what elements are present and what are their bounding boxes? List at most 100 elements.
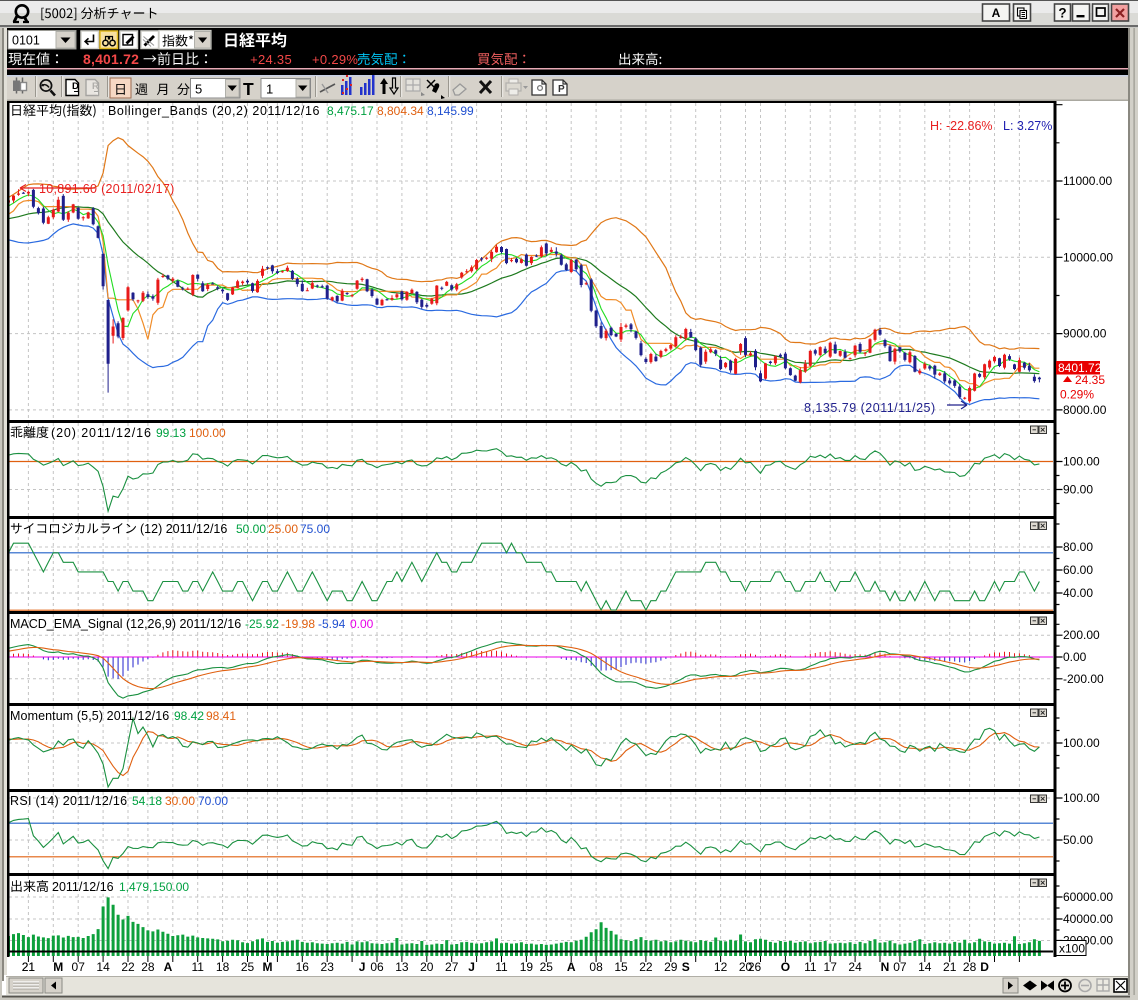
svg-text:54.18: 54.18 [132,794,162,808]
svg-text:60.00: 60.00 [1063,563,1093,577]
svg-text:0101: 0101 [12,34,40,48]
svg-text:MACD_EMA_Signal (12,26,9) 2011: MACD_EMA_Signal (12,26,9) 2011/12/16 [10,617,241,631]
svg-text:28: 28 [963,960,977,974]
svg-text:10,891.60 (2011/02/17): 10,891.60 (2011/02/17) [39,182,175,196]
svg-text:27: 27 [445,960,459,974]
svg-text:RSI (14) 2011/12/16: RSI (14) 2011/12/16 [10,794,127,808]
svg-text:21: 21 [943,960,957,974]
svg-text:10000.00: 10000.00 [1063,250,1113,264]
svg-text:T: T [243,79,254,99]
svg-text:98.41: 98.41 [206,709,236,723]
svg-text:0.29%: 0.29% [1060,388,1094,402]
svg-text:H: -22.86%: H: -22.86% [930,119,993,133]
svg-text:(20) 2011/12/16: (20) 2011/12/16 [51,426,152,440]
svg-text:11: 11 [495,960,508,974]
svg-text:26: 26 [748,960,762,974]
svg-text:A: A [992,6,1001,20]
svg-text:12: 12 [714,960,728,974]
svg-text:16: 16 [296,960,310,974]
svg-text:-5.94: -5.94 [318,617,346,631]
svg-text:99.13: 99.13 [156,426,186,440]
svg-text:07: 07 [72,960,86,974]
svg-text:22: 22 [121,960,135,974]
svg-text:08: 08 [589,960,603,974]
svg-text:-25.92: -25.92 [245,617,279,631]
svg-text:R: R [92,81,99,92]
svg-text:17: 17 [824,960,838,974]
svg-text:D: D [72,81,79,92]
svg-text:07: 07 [893,960,907,974]
svg-text:0.00: 0.00 [1063,650,1087,664]
svg-text:40000.00: 40000.00 [1063,912,1113,926]
svg-text:70.00: 70.00 [198,794,228,808]
svg-text:8,145.99: 8,145.99 [427,104,474,118]
svg-text:9000.00: 9000.00 [1063,327,1107,341]
svg-text:2011/12/16: 2011/12/16 [52,880,114,894]
svg-text:A: A [164,960,173,974]
svg-text:8,401.72: 8,401.72 [83,51,139,67]
svg-text:J: J [468,960,475,974]
svg-text:28: 28 [141,960,155,974]
svg-text:40.00: 40.00 [1063,586,1093,600]
svg-text:1,479,150.00: 1,479,150.00 [119,880,189,894]
svg-text:M: M [263,960,273,974]
svg-text:(12) 2011/12/16: (12) 2011/12/16 [140,522,227,536]
svg-text:D: D [980,960,989,974]
svg-text:100.00: 100.00 [189,426,226,440]
svg-text:S: S [682,960,690,974]
svg-text:14: 14 [918,960,932,974]
svg-text:8,135.79 (2011/11/25): 8,135.79 (2011/11/25) [804,401,936,415]
svg-text:60000.00: 60000.00 [1063,890,1113,904]
svg-text:06: 06 [370,960,384,974]
svg-text:23: 23 [321,960,335,974]
svg-text:24.35: 24.35 [1075,373,1105,387]
svg-text:25: 25 [540,960,554,974]
svg-text:Momentum (5,5) 2011/12/16: Momentum (5,5) 2011/12/16 [10,709,169,723]
svg-text:-19.98: -19.98 [281,617,315,631]
svg-text:98.42: 98.42 [174,709,204,723]
svg-text:100.00: 100.00 [1063,736,1100,750]
svg-text:80.00: 80.00 [1063,540,1093,554]
svg-text:90.00: 90.00 [1063,483,1093,497]
svg-text:L: 3.27%: L: 3.27% [1003,119,1052,133]
svg-text:O: O [781,960,790,974]
svg-text:M: M [53,960,63,974]
svg-text:19: 19 [520,960,534,974]
svg-text:18: 18 [216,960,230,974]
svg-text:11000.00: 11000.00 [1063,174,1112,188]
svg-text:?: ? [1058,6,1066,21]
svg-text:100.00: 100.00 [1063,791,1100,805]
svg-text:Bollinger_Bands (20,2) 2011/12: Bollinger_Bands (20,2) 2011/12/16 [108,104,320,118]
svg-text:N: N [881,960,890,974]
svg-text:11: 11 [191,960,204,974]
svg-text:50.00: 50.00 [1063,833,1093,847]
svg-text:25.00: 25.00 [268,522,298,536]
svg-text:+0.29%: +0.29% [312,52,358,67]
svg-text:1: 1 [266,82,273,97]
svg-text:22: 22 [639,960,653,974]
svg-text:30.00: 30.00 [165,794,195,808]
svg-text:200.00: 200.00 [1063,628,1100,642]
svg-text:20: 20 [420,960,434,974]
svg-text:8,804.34: 8,804.34 [377,104,424,118]
svg-text:A: A [567,960,576,974]
svg-text:P: P [558,84,565,95]
svg-text:13: 13 [395,960,409,974]
svg-text:J: J [359,960,366,974]
svg-text:25: 25 [241,960,255,974]
svg-text:5: 5 [195,82,202,97]
svg-text:50.00: 50.00 [236,522,266,536]
svg-text:100.00: 100.00 [1063,455,1100,469]
svg-text:0.00: 0.00 [350,617,374,631]
svg-text:29: 29 [664,960,678,974]
svg-text:-200.00: -200.00 [1063,672,1104,686]
svg-text:14: 14 [96,960,110,974]
svg-text:11: 11 [804,960,817,974]
svg-text:x100: x100 [1059,942,1085,956]
svg-text:15: 15 [614,960,628,974]
svg-text:8000.00: 8000.00 [1063,403,1107,417]
svg-text:+24.35: +24.35 [250,52,292,67]
svg-text:21: 21 [22,960,36,974]
svg-text:75.00: 75.00 [300,522,330,536]
svg-text:24: 24 [848,960,862,974]
